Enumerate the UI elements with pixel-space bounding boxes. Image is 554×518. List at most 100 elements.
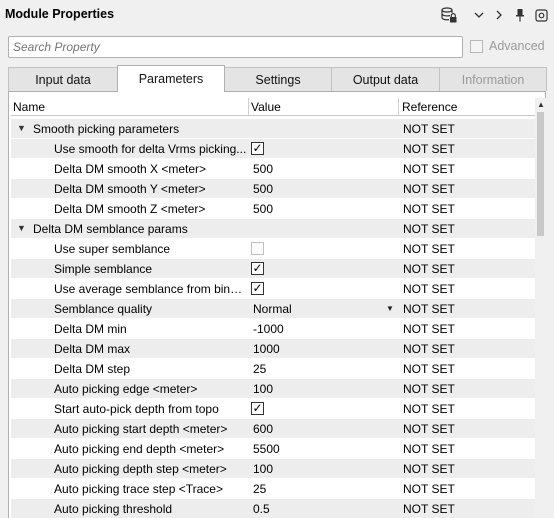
title-bar: Module Properties (0, 0, 554, 30)
property-name: Use super semblance (54, 242, 171, 256)
column-header-name[interactable]: Name (13, 100, 45, 114)
column-header-reference[interactable]: Reference (402, 100, 457, 114)
property-row[interactable]: Delta DM smooth X <meter> 500 NOT SET (11, 159, 535, 179)
window-title: Module Properties (5, 7, 115, 21)
property-checkbox[interactable]: ✓ (251, 142, 264, 155)
property-row[interactable]: Semblance quality Normal ▼ NOT SET (11, 299, 535, 319)
property-checkbox[interactable] (251, 242, 264, 255)
column-divider[interactable] (248, 98, 249, 116)
property-value[interactable]: 25 (253, 482, 266, 496)
property-checkbox[interactable]: ✓ (251, 262, 264, 275)
dropdown-arrow-icon[interactable]: ▼ (386, 304, 394, 313)
settings-icon[interactable] (532, 6, 550, 24)
property-name: Auto picking edge <meter> (54, 382, 198, 396)
property-reference[interactable]: NOT SET (403, 242, 455, 256)
search-input[interactable] (8, 36, 463, 58)
property-row[interactable]: Delta DM smooth Y <meter> 500 NOT SET (11, 179, 535, 199)
property-value[interactable]: 500 (253, 202, 273, 216)
property-reference[interactable]: NOT SET (403, 142, 455, 156)
property-value[interactable]: 0.5 (253, 502, 270, 516)
property-reference[interactable]: NOT SET (403, 222, 455, 236)
property-name: Delta DM semblance params (33, 222, 188, 236)
property-name: Delta DM smooth X <meter> (54, 162, 207, 176)
tab-input-data[interactable]: Input data (8, 67, 118, 91)
property-reference[interactable]: NOT SET (403, 302, 455, 316)
property-value[interactable]: 100 (253, 462, 273, 476)
expand-arrow-icon[interactable]: ▼ (17, 123, 26, 133)
property-reference[interactable]: NOT SET (403, 382, 455, 396)
column-header-value[interactable]: Value (251, 100, 281, 114)
pin-icon[interactable] (511, 6, 529, 24)
property-select-value[interactable]: Normal (253, 302, 292, 316)
property-row[interactable]: Auto picking threshold 0.5 NOT SET (11, 499, 535, 518)
property-group-row[interactable]: ▼ Delta DM semblance params NOT SET (11, 219, 535, 239)
property-row[interactable]: Use smooth for delta Vrms picking... ✓ NOT… (11, 139, 535, 159)
scroll-up-arrow-icon[interactable]: ▲ (537, 100, 545, 109)
property-row[interactable]: Delta DM step 25 NOT SET (11, 359, 535, 379)
expand-arrow-icon[interactable]: ▼ (17, 223, 26, 233)
property-row[interactable]: Auto picking trace step <Trace> 25 NOT SET (11, 479, 535, 499)
scrollbar-thumb[interactable] (537, 112, 544, 236)
property-name: Auto picking threshold (54, 502, 173, 516)
vertical-scrollbar[interactable]: ▲ (535, 98, 546, 518)
property-value[interactable]: -1000 (253, 322, 284, 336)
property-row[interactable]: Auto picking start depth <meter> 600 NOT S… (11, 419, 535, 439)
database-lock-icon[interactable] (440, 6, 458, 24)
property-name: Delta DM step (54, 362, 131, 376)
property-reference[interactable]: NOT SET (403, 322, 455, 336)
property-reference[interactable]: NOT SET (403, 482, 455, 496)
property-reference[interactable]: NOT SET (403, 162, 455, 176)
property-reference[interactable]: NOT SET (403, 262, 455, 276)
property-reference[interactable]: NOT SET (403, 442, 455, 456)
property-reference[interactable]: NOT SET (403, 502, 455, 516)
property-row[interactable]: Delta DM min -1000 NOT SET (11, 319, 535, 339)
property-reference[interactable]: NOT SET (403, 282, 455, 296)
property-value[interactable]: 25 (253, 362, 266, 376)
property-name: Auto picking trace step <Trace> (54, 482, 223, 496)
property-value[interactable]: 1000 (253, 342, 280, 356)
property-row[interactable]: Delta DM smooth Z <meter> 500 NOT SET (11, 199, 535, 219)
property-name: Use smooth for delta Vrms picking... (54, 142, 247, 156)
property-name: Delta DM max (54, 342, 131, 356)
property-reference[interactable]: NOT SET (403, 122, 455, 136)
property-checkbox[interactable]: ✓ (251, 402, 264, 415)
property-reference[interactable]: NOT SET (403, 342, 455, 356)
property-name: Delta DM smooth Z <meter> (54, 202, 206, 216)
tab-parameters[interactable]: Parameters (117, 65, 225, 92)
column-divider[interactable] (398, 98, 399, 116)
property-name: Delta DM min (54, 322, 127, 336)
property-reference[interactable]: NOT SET (403, 362, 455, 376)
property-value[interactable]: 100 (253, 382, 273, 396)
property-value[interactable]: 500 (253, 182, 273, 196)
property-row[interactable]: Simple semblance ✓ NOT SET (11, 259, 535, 279)
property-reference[interactable]: NOT SET (403, 402, 455, 416)
tab-bar: Input data Parameters Settings Output da… (8, 65, 548, 92)
property-row[interactable]: Delta DM max 1000 NOT SET (11, 339, 535, 359)
property-row[interactable]: Auto picking end depth <meter> 5500 NOT SE… (11, 439, 535, 459)
property-name: Start auto-pick depth from topo (54, 402, 219, 416)
property-checkbox[interactable]: ✓ (251, 282, 264, 295)
chevron-down-icon[interactable] (470, 6, 488, 24)
property-row[interactable]: Start auto-pick depth from topo ✓ NOT SET (11, 399, 535, 419)
property-row[interactable]: Auto picking depth step <meter> 100 NOT SE… (11, 459, 535, 479)
advanced-checkbox[interactable] (470, 39, 483, 53)
advanced-toggle[interactable]: Advanced (470, 39, 545, 53)
properties-panel: Name Value Reference ▼ Smooth picking par… (8, 91, 546, 518)
property-row[interactable]: Use super semblance NOT SET (11, 239, 535, 259)
property-reference[interactable]: NOT SET (403, 202, 455, 216)
property-value[interactable]: 5500 (253, 442, 280, 456)
property-name: Auto picking depth step <meter> (54, 462, 227, 476)
property-group-row[interactable]: ▼ Smooth picking parameters NOT SET (11, 119, 535, 139)
property-value[interactable]: 600 (253, 422, 273, 436)
tab-settings[interactable]: Settings (224, 67, 332, 91)
chevron-right-icon[interactable] (490, 6, 508, 24)
tab-output-data[interactable]: Output data (331, 67, 440, 91)
property-value[interactable]: 500 (253, 162, 273, 176)
property-row[interactable]: Auto picking edge <meter> 100 NOT SET (11, 379, 535, 399)
property-reference[interactable]: NOT SET (403, 182, 455, 196)
property-reference[interactable]: NOT SET (403, 422, 455, 436)
property-name: Use average semblance from bins ... (54, 282, 247, 296)
property-rows: ▼ Smooth picking parameters NOT SET Use smo… (11, 119, 535, 518)
property-row[interactable]: Use average semblance from bins ... ✓ NOT … (11, 279, 535, 299)
property-reference[interactable]: NOT SET (403, 462, 455, 476)
